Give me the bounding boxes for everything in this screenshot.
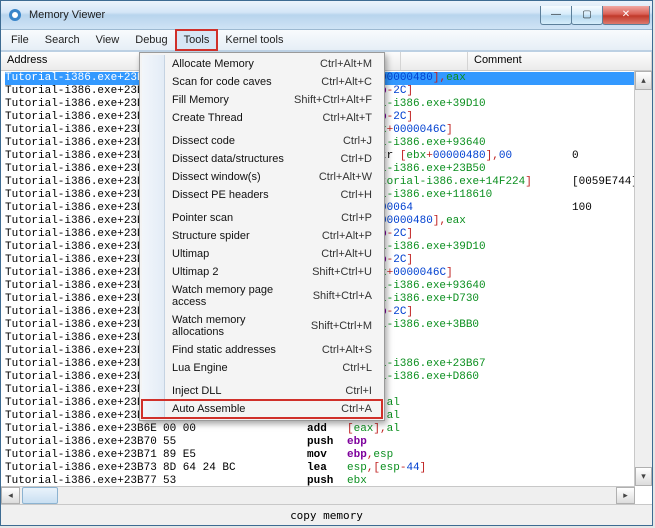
menu-item-dissect-window-s-[interactable]: Dissect window(s)Ctrl+Alt+W bbox=[142, 168, 382, 186]
menu-item-dissect-code[interactable]: Dissect codeCtrl+J bbox=[142, 132, 382, 150]
menu-item-create-thread[interactable]: Create ThreadCtrl+Alt+T bbox=[142, 109, 382, 127]
menu-item-dissect-pe-headers[interactable]: Dissect PE headersCtrl+H bbox=[142, 186, 382, 204]
instruction-row[interactable]: Tutorial-i386.exe+23B7055pushebp bbox=[5, 436, 652, 449]
menu-view[interactable]: View bbox=[88, 30, 128, 50]
close-button[interactable]: ✕ bbox=[602, 6, 650, 25]
column-opcode[interactable] bbox=[401, 52, 468, 70]
title-bar: Memory Viewer — ▢ ✕ bbox=[1, 1, 652, 30]
memory-viewer-window: Memory Viewer — ▢ ✕ FileSearchViewDebugT… bbox=[0, 0, 653, 526]
instruction-row[interactable]: Tutorial-i386.exe+23B738D 64 24 BCleaesp… bbox=[5, 462, 652, 475]
menu-item-find-static-addresses[interactable]: Find static addressesCtrl+Alt+S bbox=[142, 341, 382, 359]
column-comment[interactable]: Comment bbox=[468, 52, 652, 70]
content-area: Address 300 Comment Tutorial-i386.exe+23… bbox=[1, 51, 652, 504]
menu-item-ultimap-2[interactable]: Ultimap 2Shift+Ctrl+U bbox=[142, 263, 382, 281]
menu-item-watch-memory-allocations[interactable]: Watch memory allocationsShift+Ctrl+M bbox=[142, 311, 382, 341]
vertical-scrollbar[interactable]: ▴ ▾ bbox=[634, 71, 652, 486]
tools-dropdown: Allocate MemoryCtrl+Alt+MScan for code c… bbox=[139, 52, 385, 421]
minimize-button[interactable]: — bbox=[540, 6, 572, 25]
menu-item-scan-for-code-caves[interactable]: Scan for code cavesCtrl+Alt+C bbox=[142, 73, 382, 91]
window-buttons: — ▢ ✕ bbox=[541, 6, 652, 25]
menu-item-fill-memory[interactable]: Fill MemoryShift+Ctrl+Alt+F bbox=[142, 91, 382, 109]
scroll-track[interactable] bbox=[635, 90, 652, 467]
menu-tools[interactable]: Tools bbox=[176, 30, 218, 50]
scroll-right-button[interactable]: ▸ bbox=[616, 487, 635, 504]
scroll-down-button[interactable]: ▾ bbox=[635, 467, 652, 486]
menu-item-inject-dll[interactable]: Inject DLLCtrl+I bbox=[142, 382, 382, 400]
menu-debug[interactable]: Debug bbox=[127, 30, 175, 50]
scroll-up-button[interactable]: ▴ bbox=[635, 71, 652, 90]
menu-item-structure-spider[interactable]: Structure spiderCtrl+Alt+P bbox=[142, 227, 382, 245]
maximize-button[interactable]: ▢ bbox=[571, 6, 603, 25]
scroll-thumb[interactable] bbox=[22, 487, 58, 504]
menu-item-allocate-memory[interactable]: Allocate MemoryCtrl+Alt+M bbox=[142, 55, 382, 73]
instruction-row[interactable]: Tutorial-i386.exe+23B6E00 00add[eax],al bbox=[5, 423, 652, 436]
menu-item-ultimap[interactable]: UltimapCtrl+Alt+U bbox=[142, 245, 382, 263]
horizontal-scrollbar[interactable]: ◂ ▸ bbox=[1, 486, 635, 504]
menu-item-lua-engine[interactable]: Lua EngineCtrl+L bbox=[142, 359, 382, 377]
instruction-row[interactable]: Tutorial-i386.exe+23B7189 E5movebp,esp bbox=[5, 449, 652, 462]
menu-file[interactable]: File bbox=[3, 30, 37, 50]
window-title: Memory Viewer bbox=[29, 9, 105, 21]
menu-bar: FileSearchViewDebugToolsKernel tools bbox=[1, 30, 652, 51]
status-text: copy memory bbox=[290, 509, 363, 522]
menu-item-pointer-scan[interactable]: Pointer scanCtrl+P bbox=[142, 209, 382, 227]
menu-item-watch-memory-page-access[interactable]: Watch memory page accessShift+Ctrl+A bbox=[142, 281, 382, 311]
menu-item-dissect-data-structures[interactable]: Dissect data/structuresCtrl+D bbox=[142, 150, 382, 168]
app-icon bbox=[7, 7, 23, 23]
menu-kernel-tools[interactable]: Kernel tools bbox=[217, 30, 291, 50]
scroll-left-button[interactable]: ◂ bbox=[1, 487, 20, 504]
menu-search[interactable]: Search bbox=[37, 30, 88, 50]
menu-item-auto-assemble[interactable]: Auto AssembleCtrl+A bbox=[142, 400, 382, 418]
status-bar: copy memory bbox=[1, 504, 652, 525]
